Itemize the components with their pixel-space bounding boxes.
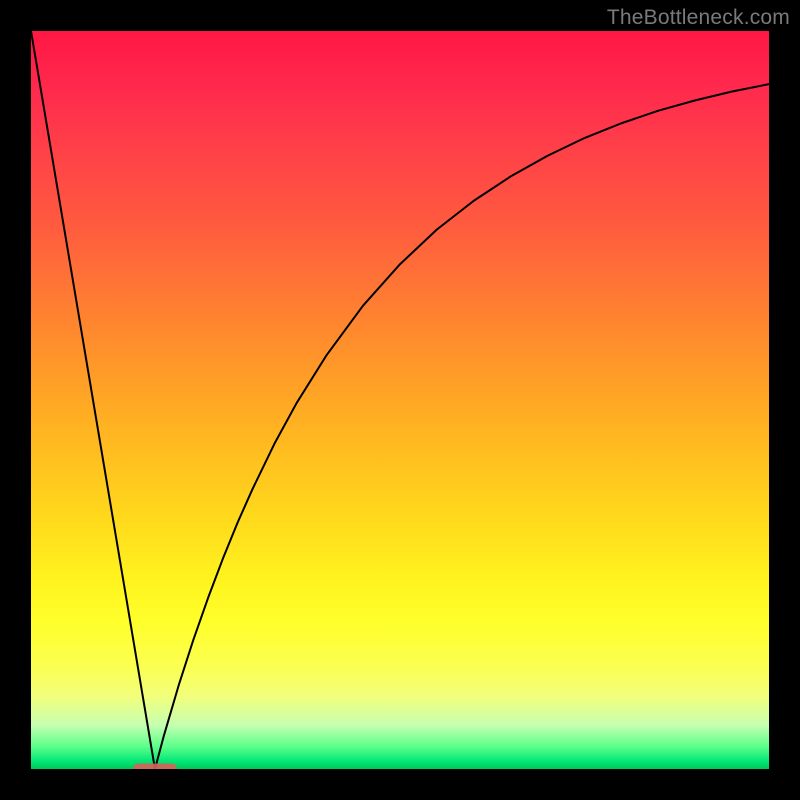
curve-left-segment bbox=[31, 31, 155, 769]
watermark-text: TheBottleneck.com bbox=[607, 6, 790, 30]
chart-frame: TheBottleneck.com bbox=[0, 0, 800, 800]
curve-right-segment bbox=[155, 84, 769, 769]
plot-svg bbox=[31, 31, 769, 769]
plot-area bbox=[31, 31, 769, 769]
min-marker bbox=[133, 763, 177, 769]
